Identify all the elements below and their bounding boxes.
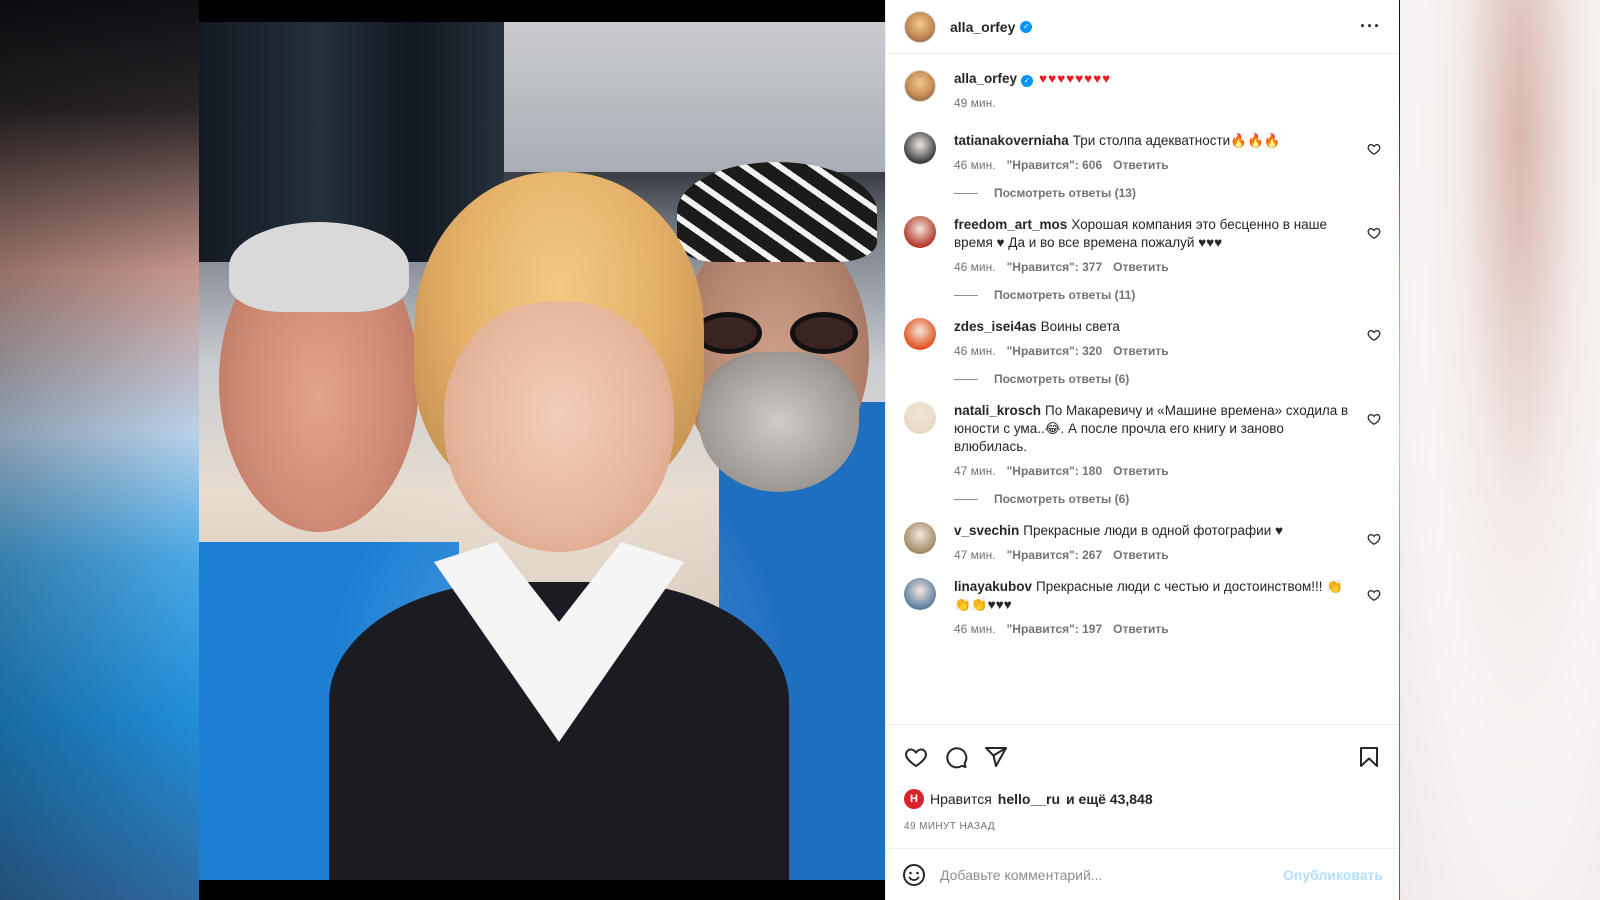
- reply-button[interactable]: Ответить: [1113, 158, 1168, 172]
- comment-text: Три столпа адекватности🔥🔥🔥: [1072, 133, 1281, 148]
- comment-items: tatianakoverniaha Три столпа адекватности…: [904, 132, 1381, 636]
- comment-like-heart-icon[interactable]: [1367, 412, 1381, 426]
- verified-badge-icon: ✓: [1020, 20, 1033, 33]
- publish-button[interactable]: Опубликовать: [1283, 867, 1383, 883]
- comment-username[interactable]: linayakubov: [954, 579, 1032, 594]
- photo-person-center-face: [444, 302, 674, 552]
- heart-outline-icon[interactable]: [904, 745, 928, 769]
- comment-username[interactable]: natali_krosch: [954, 403, 1041, 418]
- comment-avatar[interactable]: [904, 132, 936, 164]
- photo-person-left-hair: [229, 222, 409, 312]
- comment-likes[interactable]: "Нравится": 180: [1007, 464, 1103, 478]
- post-actions: H Нравится hello__ru и ещё 43,848 49 МИН…: [886, 724, 1399, 848]
- comment-avatar[interactable]: [904, 216, 936, 248]
- comment-like-heart-icon[interactable]: [1367, 532, 1381, 546]
- comment-likes[interactable]: "Нравится": 267: [1007, 548, 1103, 562]
- liker-username[interactable]: hello__ru: [998, 791, 1060, 807]
- add-comment-bar: Опубликовать: [886, 848, 1399, 900]
- replies-divider: [954, 498, 978, 500]
- author-username[interactable]: alla_orfey: [950, 19, 1015, 35]
- comment-username[interactable]: v_svechin: [954, 523, 1019, 538]
- view-replies-button[interactable]: Посмотреть ответы (13): [954, 186, 1355, 200]
- emoji-smile-icon[interactable]: [902, 863, 926, 887]
- comments-list[interactable]: alla_orfey ✓ ♥♥♥♥♥♥♥♥ 49 мин. tatianakover…: [886, 54, 1399, 724]
- comment-item: freedom_art_mos Хорошая компания это бесц…: [904, 216, 1381, 302]
- replies-divider: [954, 192, 978, 194]
- instagram-post: alla_orfey ✓ ··· alla_orfey ✓ ♥♥♥♥♥♥♥♥ 49 …: [199, 0, 1399, 900]
- view-replies-button[interactable]: Посмотреть ответы (11): [954, 288, 1355, 302]
- photo-wall: [504, 22, 885, 172]
- comment-time: 47 мин.: [954, 548, 996, 562]
- comment-time: 46 мин.: [954, 622, 996, 636]
- caption-avatar[interactable]: [904, 70, 936, 102]
- comment-time: 46 мин.: [954, 158, 996, 172]
- comment-like-heart-icon[interactable]: [1367, 226, 1381, 240]
- post-side-panel: alla_orfey ✓ ··· alla_orfey ✓ ♥♥♥♥♥♥♥♥ 49 …: [885, 0, 1399, 900]
- comment-likes[interactable]: "Нравится": 606: [1007, 158, 1103, 172]
- comment-time: 46 мин.: [954, 260, 996, 274]
- likes-prefix: Нравится: [930, 791, 992, 807]
- photo-person-right-bandana: [677, 162, 877, 262]
- comment-avatar[interactable]: [904, 402, 936, 434]
- replies-divider: [954, 378, 978, 380]
- comment-text: Воины света: [1040, 319, 1120, 334]
- comment-time: 47 мин.: [954, 464, 996, 478]
- view-replies-label: Посмотреть ответы (11): [994, 288, 1136, 302]
- view-replies-label: Посмотреть ответы (6): [994, 492, 1130, 506]
- blurred-background-right: [1400, 0, 1600, 900]
- reply-button[interactable]: Ответить: [1113, 260, 1168, 274]
- comment-item: linayakubov Прекрасные люди с честью и до…: [904, 578, 1381, 636]
- post-timestamp[interactable]: 49 МИНУТ НАЗАД: [904, 821, 1381, 848]
- likes-summary: H Нравится hello__ru и ещё 43,848: [904, 789, 1381, 809]
- reply-button[interactable]: Ответить: [1113, 548, 1168, 562]
- caption: alla_orfey ✓ ♥♥♥♥♥♥♥♥ 49 мин.: [904, 70, 1381, 110]
- reply-button[interactable]: Ответить: [1113, 464, 1168, 478]
- comment-likes[interactable]: "Нравится": 377: [1007, 260, 1103, 274]
- comment-likes[interactable]: "Нравится": 197: [1007, 622, 1103, 636]
- comment-input[interactable]: [940, 866, 1270, 883]
- view-replies-button[interactable]: Посмотреть ответы (6): [954, 492, 1355, 506]
- comment-username[interactable]: freedom_art_mos: [954, 217, 1067, 232]
- paper-plane-icon[interactable]: [984, 745, 1008, 769]
- likes-count[interactable]: и ещё 43,848: [1066, 791, 1153, 807]
- verified-badge-icon: ✓: [1021, 75, 1034, 87]
- comment-item: tatianakoverniaha Три столпа адекватности…: [904, 132, 1381, 200]
- comment-username[interactable]: tatianakoverniaha: [954, 133, 1069, 148]
- photo-person-right-glasses: [694, 312, 864, 354]
- post-photo[interactable]: [199, 22, 885, 880]
- comment-avatar[interactable]: [904, 522, 936, 554]
- comment-item: zdes_isei4as Воины света 46 мин. "Нравитс…: [904, 318, 1381, 386]
- comment-avatar[interactable]: [904, 578, 936, 610]
- author-avatar[interactable]: [904, 10, 936, 43]
- comment-like-heart-icon[interactable]: [1367, 328, 1381, 342]
- comment-item: v_svechin Прекрасные люди в одной фотогра…: [904, 522, 1381, 562]
- comment-likes[interactable]: "Нравится": 320: [1007, 344, 1103, 358]
- liker-avatar[interactable]: H: [904, 789, 924, 809]
- comment-time: 46 мин.: [954, 344, 996, 358]
- comment-avatar[interactable]: [904, 318, 936, 350]
- comment-like-heart-icon[interactable]: [1367, 142, 1381, 156]
- comment-username[interactable]: zdes_isei4as: [954, 319, 1037, 334]
- comment-item: natali_krosch По Макаревичу и «Машине вре…: [904, 402, 1381, 506]
- reply-button[interactable]: Ответить: [1113, 344, 1168, 358]
- author-name[interactable]: alla_orfey ✓: [950, 19, 1033, 35]
- replies-divider: [954, 294, 978, 296]
- caption-time: 49 мин.: [954, 96, 996, 110]
- post-photo-frame: [199, 0, 885, 900]
- comment-text: Прекрасные люди в одной фотографии ♥: [1023, 523, 1284, 538]
- caption-text: ♥♥♥♥♥♥♥♥: [1039, 71, 1112, 86]
- view-replies-label: Посмотреть ответы (13): [994, 186, 1136, 200]
- background-shade: [0, 0, 200, 900]
- comment-like-heart-icon[interactable]: [1367, 588, 1381, 602]
- view-replies-label: Посмотреть ответы (6): [994, 372, 1130, 386]
- view-replies-button[interactable]: Посмотреть ответы (6): [954, 372, 1355, 386]
- reply-button[interactable]: Ответить: [1113, 622, 1168, 636]
- bookmark-icon[interactable]: [1357, 745, 1381, 769]
- caption-username[interactable]: alla_orfey: [954, 71, 1017, 86]
- more-options-icon[interactable]: ···: [1360, 16, 1381, 37]
- comment-bubble-icon[interactable]: [944, 745, 968, 769]
- post-header: alla_orfey ✓ ···: [886, 0, 1399, 54]
